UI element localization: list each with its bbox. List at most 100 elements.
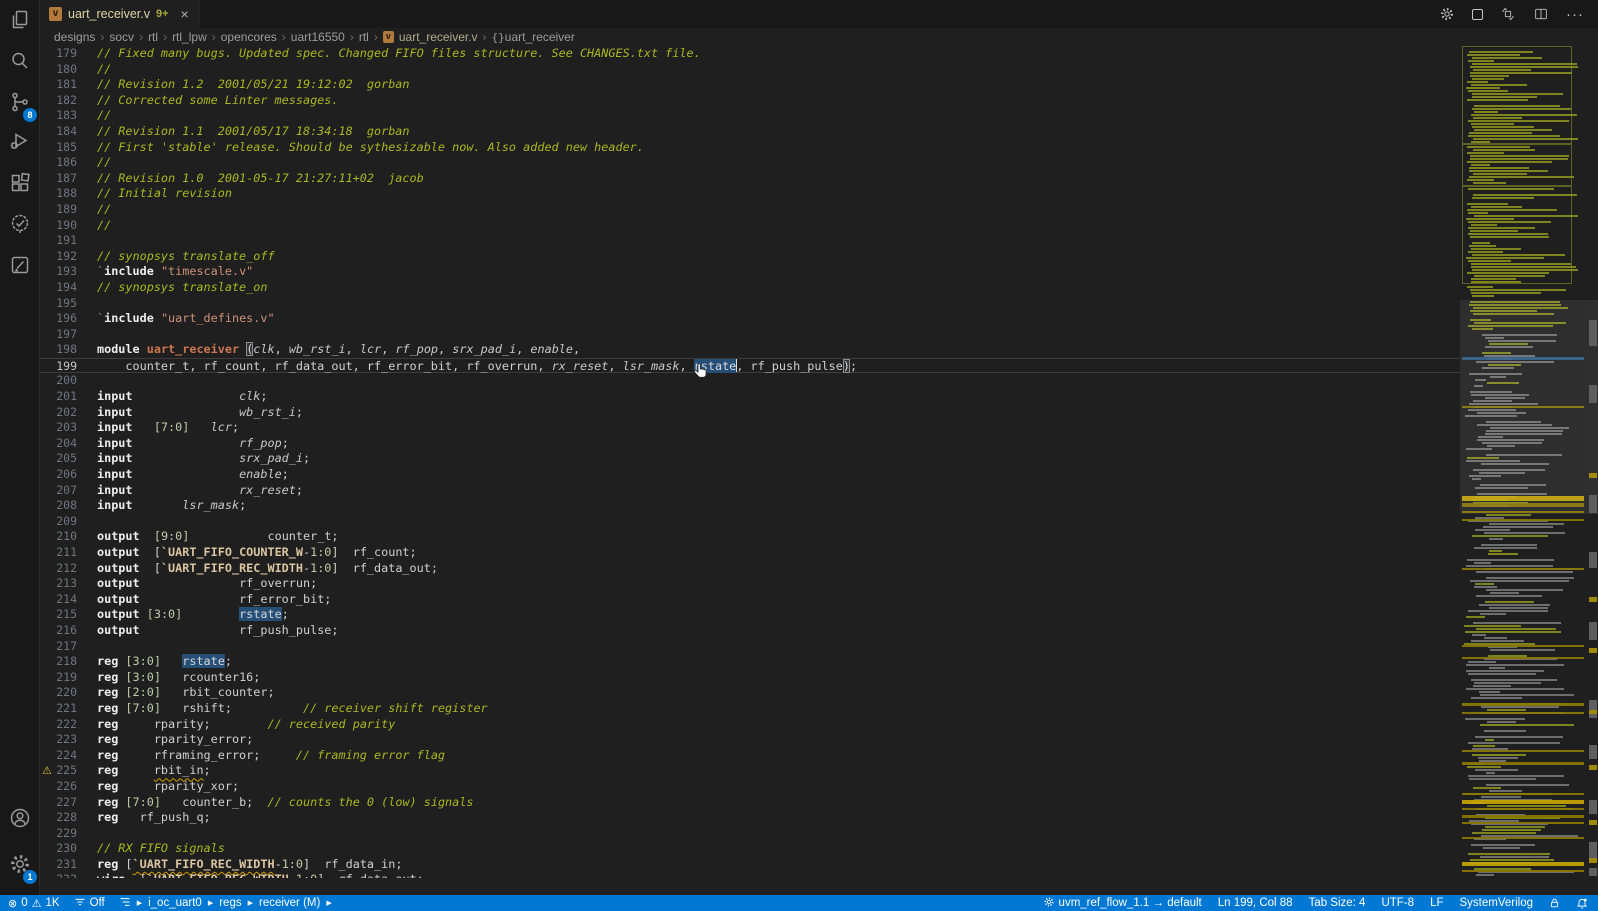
code-text[interactable]: input wb_rst_i; [97, 405, 303, 421]
code-line[interactable]: 230// RX FIFO signals [40, 841, 1460, 857]
line-number[interactable]: 191 [40, 233, 77, 249]
tab-size[interactable]: Tab Size: 4 [1309, 897, 1366, 909]
line-number[interactable]: 195 [40, 296, 77, 312]
line-number[interactable]: 209 [40, 514, 77, 530]
line-number[interactable]: 211 [40, 545, 77, 561]
code-line[interactable]: 217 [40, 639, 1460, 655]
line-number[interactable]: 182 [40, 93, 77, 109]
flow-indicator[interactable]: uvm_ref_flow_1.1 → default [1043, 896, 1202, 911]
line-number[interactable]: 202 [40, 405, 77, 421]
code-line[interactable]: 196`include "uart_defines.v" [40, 311, 1460, 327]
code-line[interactable]: 213output rf_overrun; [40, 576, 1460, 592]
code-line[interactable]: 206input enable; [40, 467, 1460, 483]
code-text[interactable]: // [97, 202, 111, 218]
line-number[interactable]: 181 [40, 77, 77, 93]
code-line[interactable]: 198 module uart_receiver (clk, wb_rst_i, … [40, 342, 1460, 358]
code-line[interactable]: 199 counter_t, rf_count, rf_data_out, rf… [40, 358, 1460, 374]
eol-indicator[interactable]: LF [1430, 897, 1443, 909]
code-line[interactable]: 229 [40, 826, 1460, 842]
code-text[interactable]: reg rf_push_q; [97, 810, 211, 826]
code-text[interactable]: // First 'stable' release. Should be syt… [97, 140, 644, 156]
line-number[interactable]: 200 [40, 373, 77, 389]
settings-button[interactable]: 1 [0, 846, 40, 886]
line-number[interactable]: 221 [40, 701, 77, 717]
line-number[interactable]: 212 [40, 561, 77, 577]
line-number[interactable]: 189 [40, 202, 77, 218]
notifications-bell-icon[interactable] [1576, 897, 1588, 910]
code-text[interactable]: output [`UART_FIFO_REC_WIDTH-1:0] rf_dat… [97, 561, 438, 577]
code-line[interactable]: 215output [3:0] rstate; [40, 607, 1460, 623]
breadcrumb-part[interactable]: opencores [221, 30, 277, 44]
code-line[interactable]: 192// synopsys translate_off [40, 249, 1460, 265]
code-line[interactable]: 212 output [`UART_FIFO_REC_WIDTH-1:0] rf_… [40, 561, 1460, 577]
minimap[interactable] [1460, 46, 1588, 895]
code-line[interactable]: 221reg [7:0] rshift; // receiver shift r… [40, 701, 1460, 717]
sidebar-item-extensions[interactable] [0, 165, 40, 205]
code-lines[interactable]: 179 // Fixed many bugs. Updated spec. Cha… [40, 46, 1460, 878]
code-line[interactable]: 204input rf_pop; [40, 436, 1460, 452]
line-number[interactable]: 185 [40, 140, 77, 156]
line-number[interactable]: 198 [40, 342, 77, 358]
line-number[interactable]: 190 [40, 218, 77, 234]
code-text[interactable]: wire [`UART_FIFO_REC_WIDTH-1:0] rf_data_… [97, 872, 424, 878]
breadcrumb-part[interactable]: rtl_lpw [172, 30, 207, 44]
code-line[interactable]: 181// Revision 1.2 2001/05/21 19:12:02 g… [40, 77, 1460, 93]
line-number[interactable]: 226 [40, 779, 77, 795]
line-number[interactable]: 201 [40, 389, 77, 405]
code-text[interactable]: counter_t, rf_count, rf_data_out, rf_err… [97, 359, 857, 373]
sidebar-item-testing[interactable] [0, 206, 40, 246]
code-line[interactable]: 186// [40, 155, 1460, 171]
tour-lock-icon[interactable] [1549, 897, 1560, 909]
split-editor-icon[interactable] [1533, 6, 1549, 22]
hierarchy-item[interactable]: i_oc_uart0 [148, 897, 202, 909]
gear-icon[interactable] [1439, 6, 1455, 22]
scrollbar[interactable] [1588, 46, 1598, 895]
language-mode[interactable]: SystemVerilog [1459, 897, 1533, 909]
code-line[interactable]: 227 reg [7:0] counter_b; // counts the 0 … [40, 795, 1460, 811]
code-text[interactable]: // Fixed many bugs. Updated spec. Change… [97, 46, 701, 62]
sidebar-item-notebook[interactable] [0, 247, 40, 287]
line-number[interactable]: 216 [40, 623, 77, 639]
code-line[interactable]: 194// synopsys translate_on [40, 280, 1460, 296]
code-text[interactable]: reg rbit_in; [97, 763, 211, 779]
breadcrumb-symbol[interactable]: uart_receiver [505, 30, 575, 44]
line-number[interactable]: 232 [40, 872, 77, 878]
line-number[interactable]: 179 [40, 46, 77, 62]
code-text[interactable]: module uart_receiver (clk, wb_rst_i, lcr… [97, 342, 580, 358]
breadcrumb-part[interactable]: uart16550 [291, 30, 345, 44]
run-box-icon[interactable] [1472, 9, 1483, 20]
minimap-slider[interactable] [1460, 300, 1588, 514]
line-number[interactable]: 220 [40, 685, 77, 701]
sidebar-item-source-control[interactable]: 8 [0, 84, 40, 124]
code-line[interactable]: 205input srx_pad_i; [40, 451, 1460, 467]
code-line[interactable]: 218reg [3:0] rstate; [40, 654, 1460, 670]
code-text[interactable]: reg [`UART_FIFO_REC_WIDTH-1:0] rf_data_i… [97, 857, 402, 873]
code-text[interactable]: // [97, 218, 111, 234]
code-text[interactable]: output [9:0] counter_t; [97, 529, 339, 545]
code-text[interactable]: reg [7:0] counter_b; // counts the 0 (lo… [97, 795, 473, 811]
code-text[interactable]: reg rparity; // received parity [97, 717, 395, 733]
line-number[interactable]: 184 [40, 124, 77, 140]
code-line[interactable]: 189 // [40, 202, 1460, 218]
code-line[interactable]: ⚠225reg rbit_in; [40, 763, 1460, 779]
line-number[interactable]: 219 [40, 670, 77, 686]
line-number[interactable]: 180 [40, 62, 77, 78]
line-number[interactable]: 183 [40, 108, 77, 124]
code-line[interactable]: 187// Revision 1.0 2001-05-17 21:27:11+0… [40, 171, 1460, 187]
code-text[interactable]: // Revision 1.0 2001-05-17 21:27:11+02 j… [97, 171, 424, 187]
line-number[interactable]: 227 [40, 795, 77, 811]
code-line[interactable]: 201input clk; [40, 389, 1460, 405]
code-text[interactable]: `include "timescale.v" [97, 264, 253, 280]
code-line[interactable]: 197 [40, 327, 1460, 343]
code-line[interactable]: 224reg rframing_error; // framing error … [40, 748, 1460, 764]
code-text[interactable]: output [`UART_FIFO_COUNTER_W-1:0] rf_cou… [97, 545, 417, 561]
breadcrumb-part[interactable]: rtl [148, 30, 158, 44]
line-number[interactable]: 230 [40, 841, 77, 857]
problems-indicator[interactable]: ⊗ 0 ⚠ 1K [8, 897, 60, 910]
code-text[interactable]: // Corrected some Linter messages. [97, 93, 338, 109]
code-line[interactable]: 222reg rparity; // received parity [40, 717, 1460, 733]
code-text[interactable]: output rf_overrun; [97, 576, 317, 592]
code-text[interactable]: reg rframing_error; // framing error fla… [97, 748, 445, 764]
line-number[interactable]: 188 [40, 186, 77, 202]
line-number[interactable]: 193 [40, 264, 77, 280]
